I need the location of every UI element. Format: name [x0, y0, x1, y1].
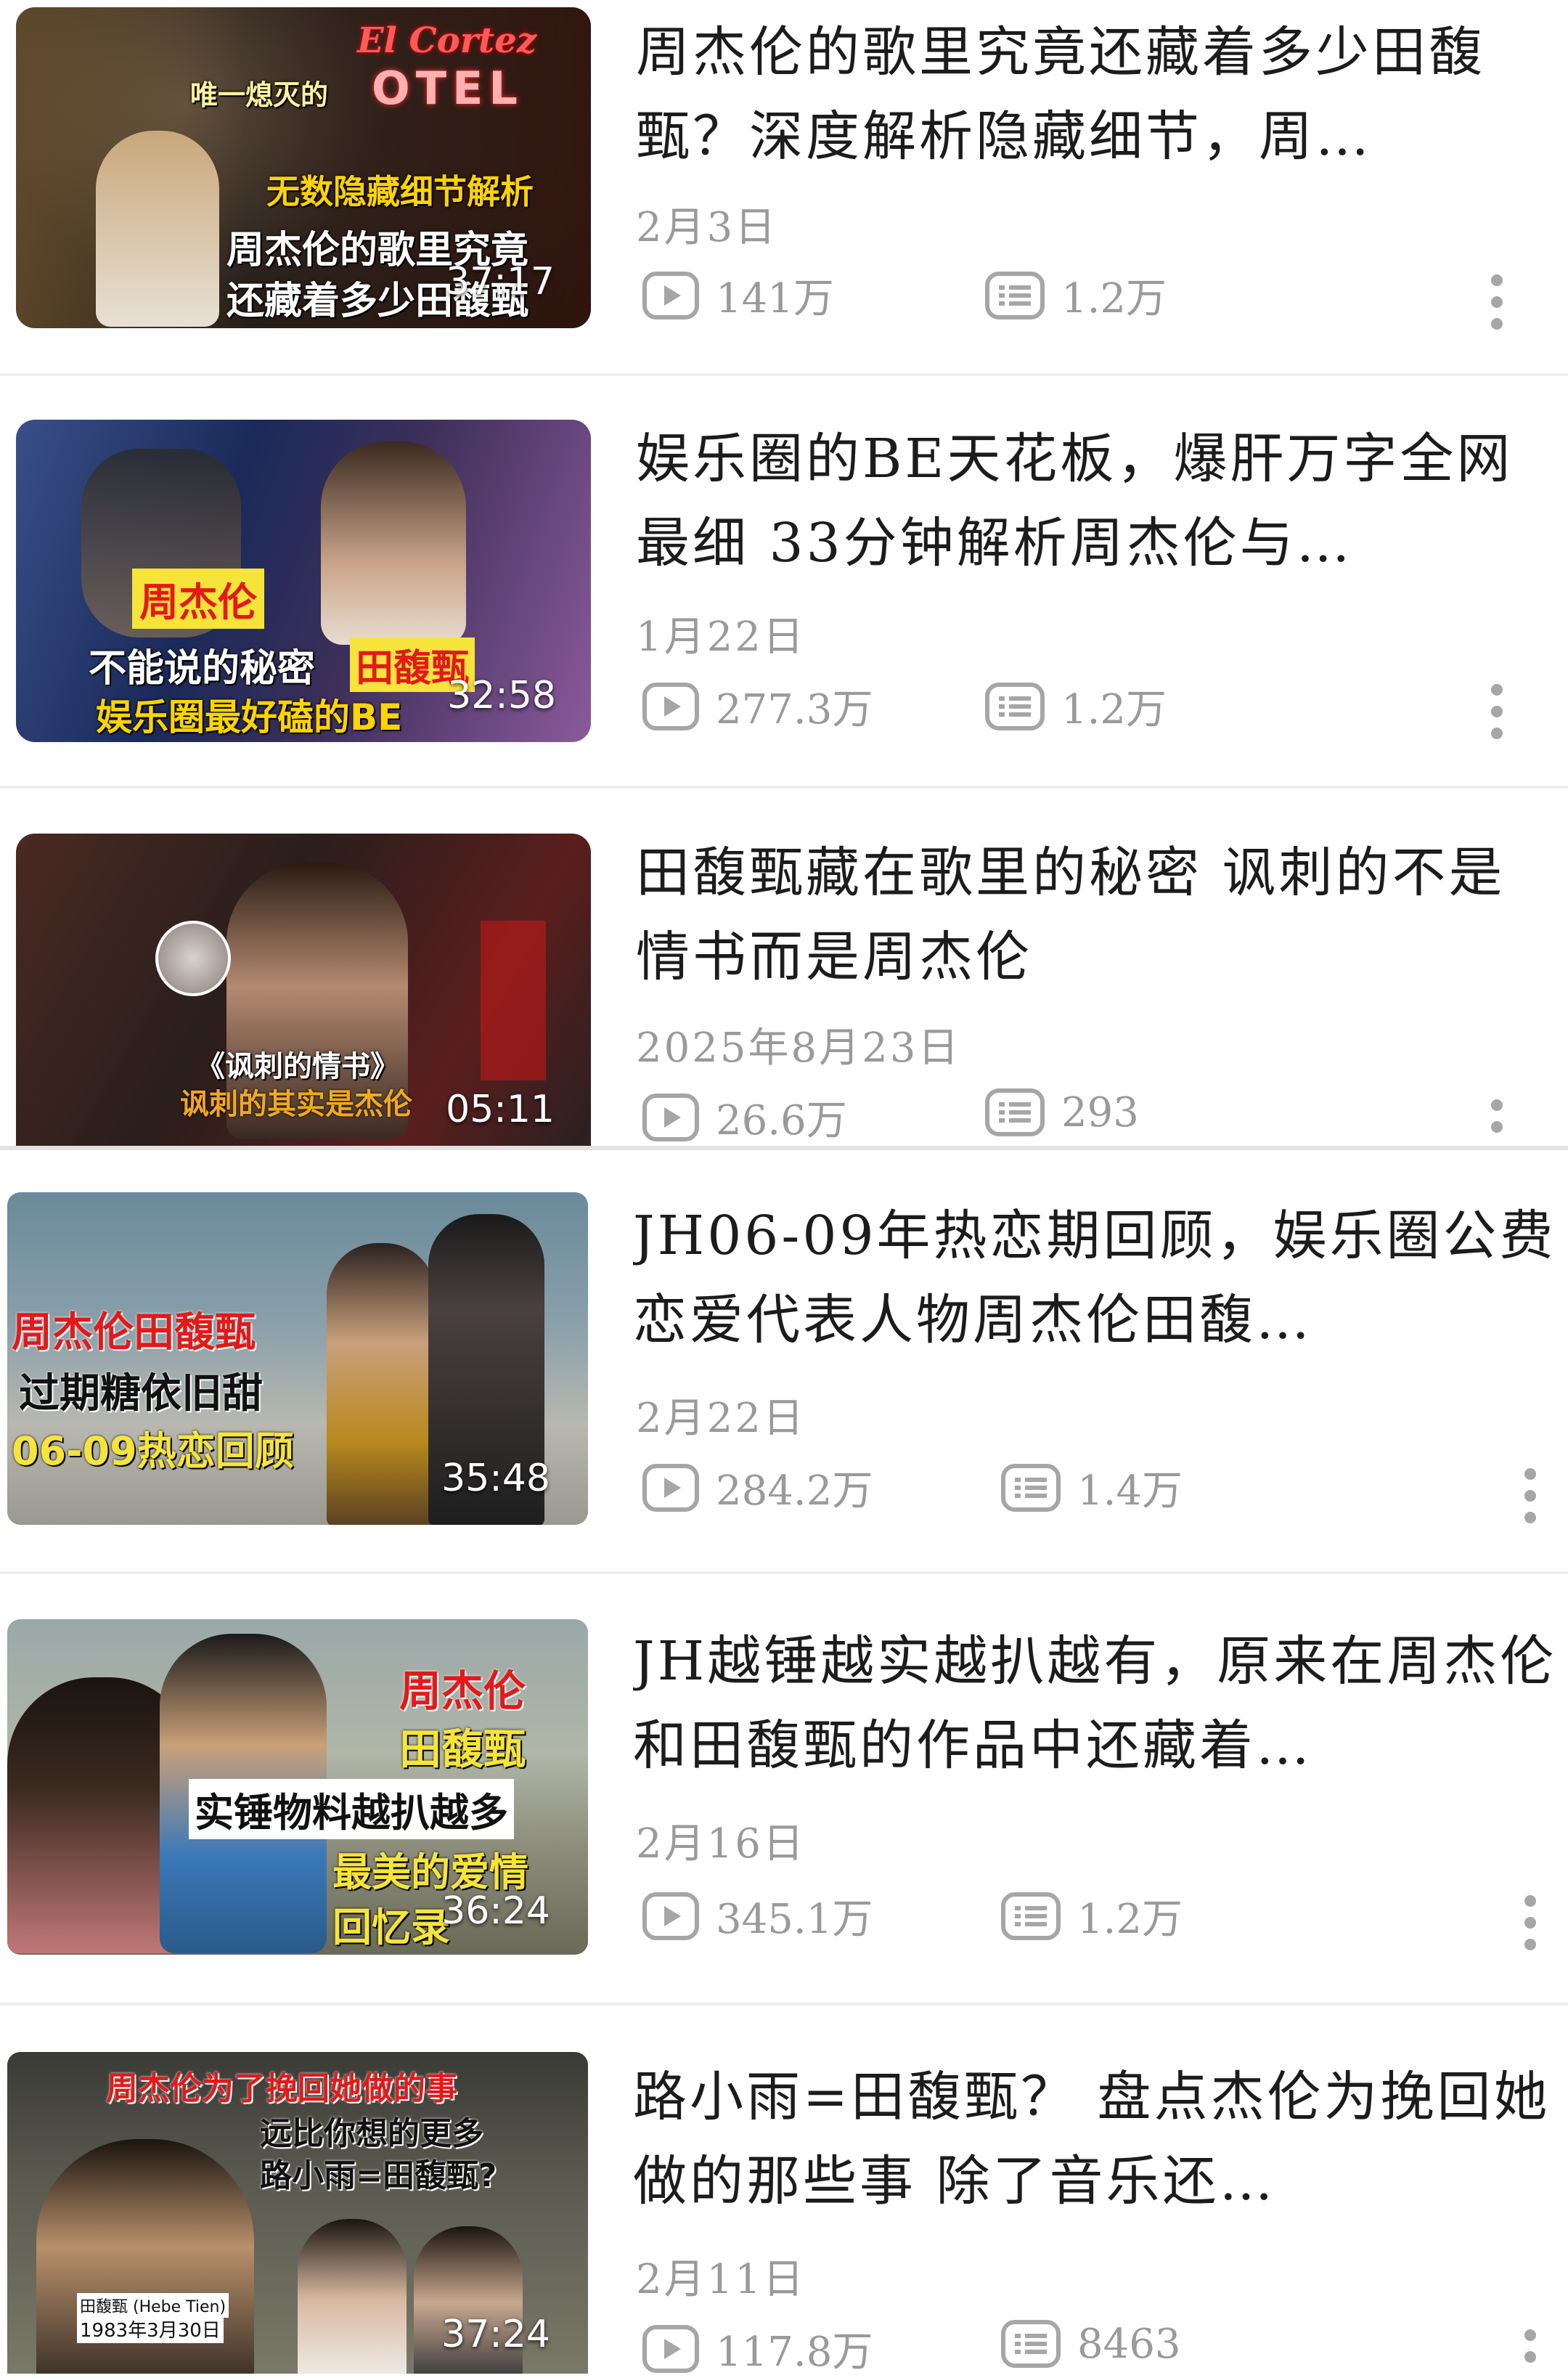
view-count-text: 26.6万: [716, 1097, 847, 1144]
thumbnail-caption: 回忆录: [332, 1905, 450, 1950]
thumbnail-caption: OTEL: [372, 62, 523, 115]
view-count-text: 345.1万: [716, 1896, 873, 1943]
comment-icon: [985, 271, 1045, 319]
comment-count-text: 1.2万: [1061, 275, 1167, 322]
upload-date: 2025年8月23日: [636, 1025, 961, 1072]
comment-count: 1.2万: [984, 677, 1167, 736]
video-duration: 37:17: [446, 260, 555, 304]
video-card[interactable]: 周杰伦为了挽回她做的事 远比你想的更多 路小雨=田馥甄? 田馥甄 (Hebe T…: [0, 2033, 1568, 2376]
thumbnail-caption: 周杰伦田馥甄: [12, 1309, 256, 1356]
upload-date: 1月22日: [636, 614, 806, 661]
thumbnail-caption: 实锤物料越扒越多: [189, 1779, 514, 1839]
video-title[interactable]: 田馥甄藏在歌里的秘密 讽刺的不是情书而是周杰伦: [636, 831, 1558, 999]
comment-icon: [985, 1088, 1045, 1136]
thumbnail-caption: 1983年3月30日: [77, 2315, 224, 2343]
view-count-text: 284.2万: [716, 1467, 873, 1515]
divider: [0, 1571, 1568, 1574]
video-thumbnail[interactable]: 周杰伦 不能说的秘密 田馥甄 娱乐圈最好磕的BE 32:58: [16, 420, 591, 742]
thumbnail-caption: 路小雨=田馥甄?: [260, 2157, 497, 2194]
avatar: [155, 921, 231, 996]
video-thumbnail[interactable]: El Cortez 唯一熄灭的 OTEL 无数隐藏细节解析 周杰伦的歌里究竟 还…: [16, 7, 591, 328]
view-count-text: 117.8万: [716, 2329, 873, 2376]
thumbnail-caption: 娱乐圈最好磕的BE: [96, 696, 403, 738]
comment-icon: [1001, 1463, 1061, 1512]
view-count: 117.8万: [642, 2319, 873, 2378]
thumbnail-caption: El Cortez: [357, 20, 537, 61]
video-thumbnail[interactable]: 《讽刺的情书》 讽刺的其实是杰伦 05:11: [16, 834, 591, 1146]
view-count-text: 277.3万: [716, 686, 873, 733]
video-card[interactable]: 周杰伦 不能说的秘密 田馥甄 娱乐圈最好磕的BE 32:58 娱乐圈的BE天花板…: [0, 411, 1568, 818]
view-count: 345.1万: [642, 1886, 873, 1945]
view-count: 284.2万: [642, 1458, 873, 1517]
thumbnail-caption: 田馥甄: [399, 1725, 526, 1774]
divider: [0, 786, 1568, 789]
comment-count: 293: [984, 1088, 1139, 1137]
video-thumbnail[interactable]: 周杰伦 田馥甄 实锤物料越扒越多 最美的爱情 回忆录 36:24: [7, 1619, 588, 1955]
thumbnail-caption: 讽刺的其实是杰伦: [180, 1088, 412, 1121]
upload-date: 2月22日: [636, 1395, 806, 1442]
comment-count: 1.4万: [1000, 1458, 1183, 1517]
view-count: 141万: [642, 266, 834, 325]
comment-count: 1.2万: [1000, 1886, 1183, 1945]
play-icon: [642, 1463, 699, 1512]
video-card[interactable]: 周杰伦田馥甄 过期糖依旧甜 06-09热恋回顾 35:48 JH06-09年热恋…: [0, 1155, 1568, 1561]
video-card[interactable]: 周杰伦 田馥甄 实锤物料越扒越多 最美的爱情 回忆录 36:24 JH越锤越实越…: [0, 1605, 1568, 2011]
divider: [0, 2003, 1568, 2006]
upload-date: 2月3日: [636, 204, 778, 251]
divider: [0, 373, 1568, 376]
upload-date: 2月16日: [636, 1820, 806, 1868]
video-thumbnail[interactable]: 周杰伦为了挽回她做的事 远比你想的更多 路小雨=田馥甄? 田馥甄 (Hebe T…: [7, 2052, 588, 2374]
more-vertical-icon[interactable]: [1490, 684, 1504, 742]
thumbnail-caption: 无数隐藏细节解析: [266, 172, 534, 211]
video-title[interactable]: 周杰伦的歌里究竟还藏着多少田馥甄？深度解析隐藏细节，周…: [636, 10, 1558, 179]
upload-date: 2月11日: [636, 2256, 806, 2303]
more-vertical-icon[interactable]: [1523, 2329, 1538, 2373]
video-duration: 37:24: [441, 2313, 550, 2356]
thumbnail-caption: 田馥甄 (Hebe Tien): [77, 2293, 229, 2318]
more-vertical-icon[interactable]: [1490, 274, 1504, 333]
comment-icon: [1001, 1892, 1061, 1940]
video-title[interactable]: JH越锤越实越扒越有，原来在周杰伦和田馥甄的作品中还藏着…: [633, 1619, 1562, 1788]
thumbnail-caption: 周杰伦为了挽回她做的事: [106, 2070, 457, 2107]
video-title[interactable]: JH06-09年热恋期回顾，娱乐圈公费恋爱代表人物周杰伦田馥…: [633, 1194, 1562, 1362]
thumbnail-caption: 06-09热恋回顾: [12, 1428, 294, 1474]
thumbnail-caption: 《讽刺的情书》: [196, 1050, 399, 1083]
video-duration: 36:24: [441, 1889, 550, 1933]
comment-icon: [985, 682, 1045, 730]
comment-count: 8463: [1000, 2319, 1181, 2369]
comment-icon: [1001, 2320, 1061, 2368]
video-title[interactable]: 娱乐圈的BE天花板，爆肝万字全网最细 33分钟解析周杰伦与…: [636, 417, 1558, 585]
view-count: 26.6万: [642, 1088, 847, 1147]
play-icon: [642, 271, 699, 319]
play-icon: [642, 682, 699, 730]
more-vertical-icon[interactable]: [1523, 1468, 1538, 1526]
video-card[interactable]: El Cortez 唯一熄灭的 OTEL 无数隐藏细节解析 周杰伦的歌里究竟 还…: [0, 0, 1568, 407]
play-icon: [642, 1892, 699, 1940]
thumbnail-caption: 周杰伦: [399, 1666, 526, 1716]
view-count-text: 141万: [716, 275, 834, 322]
comment-count-text: 8463: [1077, 2320, 1181, 2368]
video-duration: 32:58: [447, 674, 556, 717]
divider: [0, 1146, 1568, 1150]
play-icon: [642, 1093, 699, 1141]
comment-count: 1.2万: [984, 266, 1167, 325]
comment-count-text: 293: [1061, 1088, 1139, 1136]
comment-count-text: 1.2万: [1061, 686, 1167, 733]
comment-count-text: 1.4万: [1077, 1467, 1183, 1515]
video-duration: 35:48: [441, 1457, 550, 1500]
thumbnail-caption: 唯一熄灭的: [190, 79, 329, 111]
play-icon: [642, 2324, 699, 2373]
thumbnail-caption: 过期糖依旧甜: [19, 1370, 263, 1417]
video-thumbnail[interactable]: 周杰伦田馥甄 过期糖依旧甜 06-09热恋回顾 35:48: [7, 1192, 588, 1525]
thumbnail-caption: 不能说的秘密: [89, 647, 316, 691]
video-duration: 05:11: [446, 1088, 555, 1131]
comment-count-text: 1.2万: [1077, 1896, 1183, 1943]
view-count: 277.3万: [642, 677, 873, 736]
more-vertical-icon[interactable]: [1490, 1099, 1504, 1136]
more-vertical-icon[interactable]: [1523, 1895, 1538, 1953]
thumbnail-caption: 周杰伦: [132, 569, 264, 629]
video-title[interactable]: 路小雨=田馥甄？ 盘点杰伦为挽回她做的那些事 除了音乐还…: [633, 2055, 1562, 2223]
